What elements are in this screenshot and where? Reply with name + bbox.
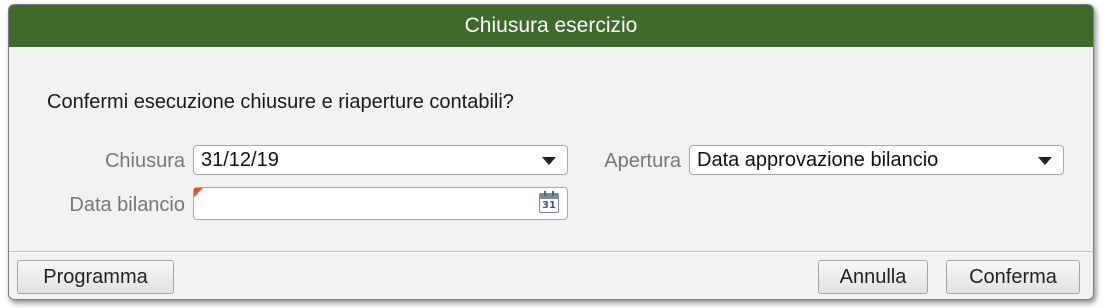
required-marker-icon xyxy=(194,188,203,197)
chevron-down-icon[interactable] xyxy=(542,157,556,165)
calendar-icon[interactable]: 31 xyxy=(539,191,559,213)
apertura-select[interactable]: Data approvazione bilancio xyxy=(689,145,1064,175)
conferma-button[interactable]: Conferma xyxy=(946,260,1080,294)
chiusura-value: 31/12/19 xyxy=(201,149,279,171)
dialog-title: Chiusura esercizio xyxy=(464,14,638,37)
confirmation-question: Confermi esecuzione chiusure e riapertur… xyxy=(47,91,514,113)
programma-button[interactable]: Programma xyxy=(17,260,174,294)
calendar-day-number: 31 xyxy=(542,200,556,211)
apertura-value: Data approvazione bilancio xyxy=(697,149,939,171)
chiusura-select[interactable]: 31/12/19 xyxy=(193,145,568,175)
chiusura-label: Chiusura xyxy=(104,150,185,172)
dialog-titlebar: Chiusura esercizio xyxy=(9,5,1093,47)
apertura-label: Apertura xyxy=(604,150,681,172)
annulla-button[interactable]: Annulla xyxy=(818,260,928,294)
data-bilancio-input[interactable]: 31 xyxy=(193,187,568,220)
chevron-down-icon[interactable] xyxy=(1038,157,1052,165)
data-bilancio-label: Data bilancio xyxy=(69,194,185,216)
chiusura-esercizio-dialog: Chiusura esercizio Confermi esecuzione c… xyxy=(8,4,1094,300)
footer-divider xyxy=(9,251,1093,252)
